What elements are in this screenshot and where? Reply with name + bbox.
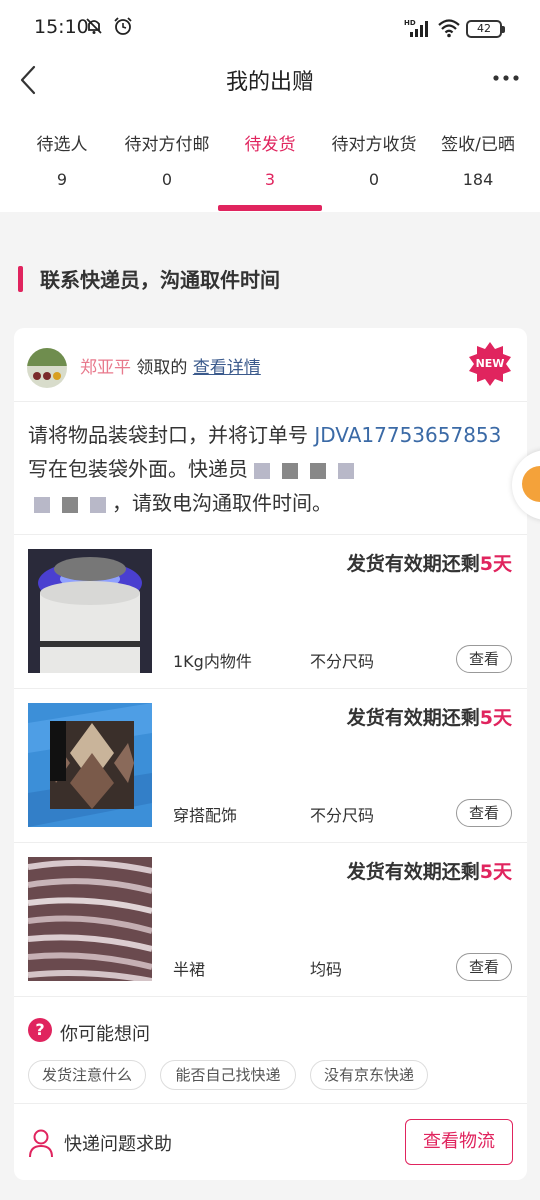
tab-label: 签收/已晒 (441, 135, 515, 155)
tab-pending-shipment[interactable]: 待发货 3 (216, 132, 324, 189)
tab-pending-select[interactable]: 待选人 9 (8, 132, 116, 189)
tab-label: 待对方收货 (331, 135, 417, 155)
new-badge: NEW (466, 340, 514, 388)
pleated-skirt-image[interactable] (28, 857, 152, 981)
claimer-name[interactable]: 郑亚平 (80, 358, 131, 378)
redacted-block (338, 462, 354, 479)
view-item-button[interactable]: 查看 (456, 645, 512, 673)
section-heading: 联系快递员，沟通取件时间 (0, 258, 540, 298)
deadline-label: 发货有效期还剩 (346, 553, 480, 575)
view-item-button[interactable]: 查看 (456, 799, 512, 827)
battery-level: 42 (477, 22, 491, 35)
redacted-block (282, 462, 298, 479)
item-size: 均码 (310, 960, 343, 979)
deadline-days: 5天 (479, 861, 512, 883)
faq-chip[interactable]: 没有京东快递 (310, 1060, 428, 1090)
tab-pending-receipt[interactable]: 待对方收货 0 (320, 132, 428, 189)
mute-icon (84, 16, 104, 41)
faq-section: ? 你可能想问 发货注意什么 能否自己找快递 没有京东快递 (14, 998, 527, 1104)
tab-label: 待发货 (244, 135, 296, 155)
deadline-label: 发货有效期还剩 (346, 707, 480, 729)
faq-chip[interactable]: 能否自己找快递 (160, 1060, 296, 1090)
alarm-icon (113, 16, 133, 41)
hd-signal-icon: HD (404, 18, 432, 43)
courier-help-row: 快递问题求助 查看物流 (14, 1106, 527, 1180)
deadline-days: 5天 (479, 707, 512, 729)
faq-title: 你可能想问 (60, 1024, 150, 1045)
question-icon: ? (28, 1018, 52, 1042)
deadline-days: 5天 (479, 553, 512, 575)
section-accent-bar (18, 266, 23, 292)
status-time: 15:10 (34, 16, 89, 38)
notice-text-2: 写在包装袋外面。快递员 (28, 457, 248, 481)
notice-text-3: ，请致电沟通取件时间。 (112, 491, 332, 515)
tab-count: 9 (56, 170, 68, 189)
battery-icon: 42 (466, 20, 505, 38)
tab-received[interactable]: 签收/已晒 184 (424, 132, 532, 189)
tab-count: 3 (264, 170, 276, 189)
tab-count: 0 (161, 170, 173, 189)
shipping-notice: 请将物品装袋封口，并将订单号 JDVA17753657853 写在包装袋外面。快… (28, 418, 514, 520)
section-title: 联系快递员，沟通取件时间 (40, 268, 280, 292)
deadline-label: 发货有效期还剩 (346, 861, 480, 883)
tab-count: 0 (368, 170, 380, 189)
tab-label: 待选人 (36, 135, 88, 155)
item-size: 不分尺码 (310, 652, 375, 671)
status-tabs: 待选人 9 待对方付邮 0 待发货 3 待对方收货 0 签收/已晒 184 (0, 106, 540, 212)
tab-count: 184 (462, 170, 494, 189)
svg-text:HD: HD (404, 19, 416, 27)
claim-text: 领取的 (136, 358, 188, 378)
redacted-block (254, 462, 270, 479)
wifi-icon (437, 18, 461, 43)
list-item[interactable]: 发货有效期还剩5天 半裙 均码 查看 (14, 843, 527, 997)
argyle-socks-image[interactable] (28, 703, 152, 827)
avatar[interactable] (27, 348, 67, 388)
more-dots-icon[interactable] (492, 62, 520, 98)
item-category: 1Kg内物件 (173, 652, 252, 671)
new-badge-label: NEW (475, 357, 505, 370)
ship-deadline: 发货有效期还剩5天 (347, 703, 512, 730)
tab-pending-postage[interactable]: 待对方付邮 0 (113, 132, 221, 189)
order-card: 郑亚平 领取的 查看详情 NEW 请将物品装袋封口，并将订单号 JDVA1775… (14, 328, 527, 1180)
tab-label: 待对方付邮 (124, 135, 210, 155)
ship-deadline: 发货有效期还剩5天 (347, 549, 512, 576)
redacted-block (62, 496, 78, 513)
nav-bar: 我的出赠 (0, 56, 540, 106)
view-logistics-button[interactable]: 查看物流 (405, 1119, 513, 1165)
faq-chip[interactable]: 发货注意什么 (28, 1060, 146, 1090)
redacted-block (90, 496, 106, 513)
list-item[interactable]: 发货有效期还剩5天 1Kg内物件 不分尺码 查看 (14, 535, 527, 689)
item-size: 不分尺码 (310, 806, 375, 825)
mosquito-lamp-image[interactable] (28, 549, 152, 673)
view-details-link[interactable]: 查看详情 (193, 358, 261, 378)
claim-row: 郑亚平 领取的 查看详情 NEW (14, 328, 527, 402)
page-title: 我的出赠 (225, 70, 314, 95)
claim-info: 郑亚平 领取的 查看详情 (80, 353, 261, 378)
redacted-block (310, 462, 326, 479)
active-tab-indicator (218, 205, 322, 211)
notice-text-1: 请将物品装袋封口，并将订单号 (28, 423, 315, 447)
redacted-block (34, 496, 50, 513)
courier-help-label[interactable]: 快递问题求助 (64, 1130, 172, 1156)
person-icon (28, 1128, 54, 1158)
ship-deadline: 发货有效期还剩5天 (347, 857, 512, 884)
item-category: 半裙 (173, 960, 206, 979)
order-number[interactable]: JDVA17753657853 (314, 423, 501, 447)
list-item[interactable]: 发货有效期还剩5天 穿搭配饰 不分尺码 查看 (14, 689, 527, 843)
view-item-button[interactable]: 查看 (456, 953, 512, 981)
status-bar: 15:10 HD 42 (0, 0, 540, 56)
item-category: 穿搭配饰 (173, 806, 238, 825)
